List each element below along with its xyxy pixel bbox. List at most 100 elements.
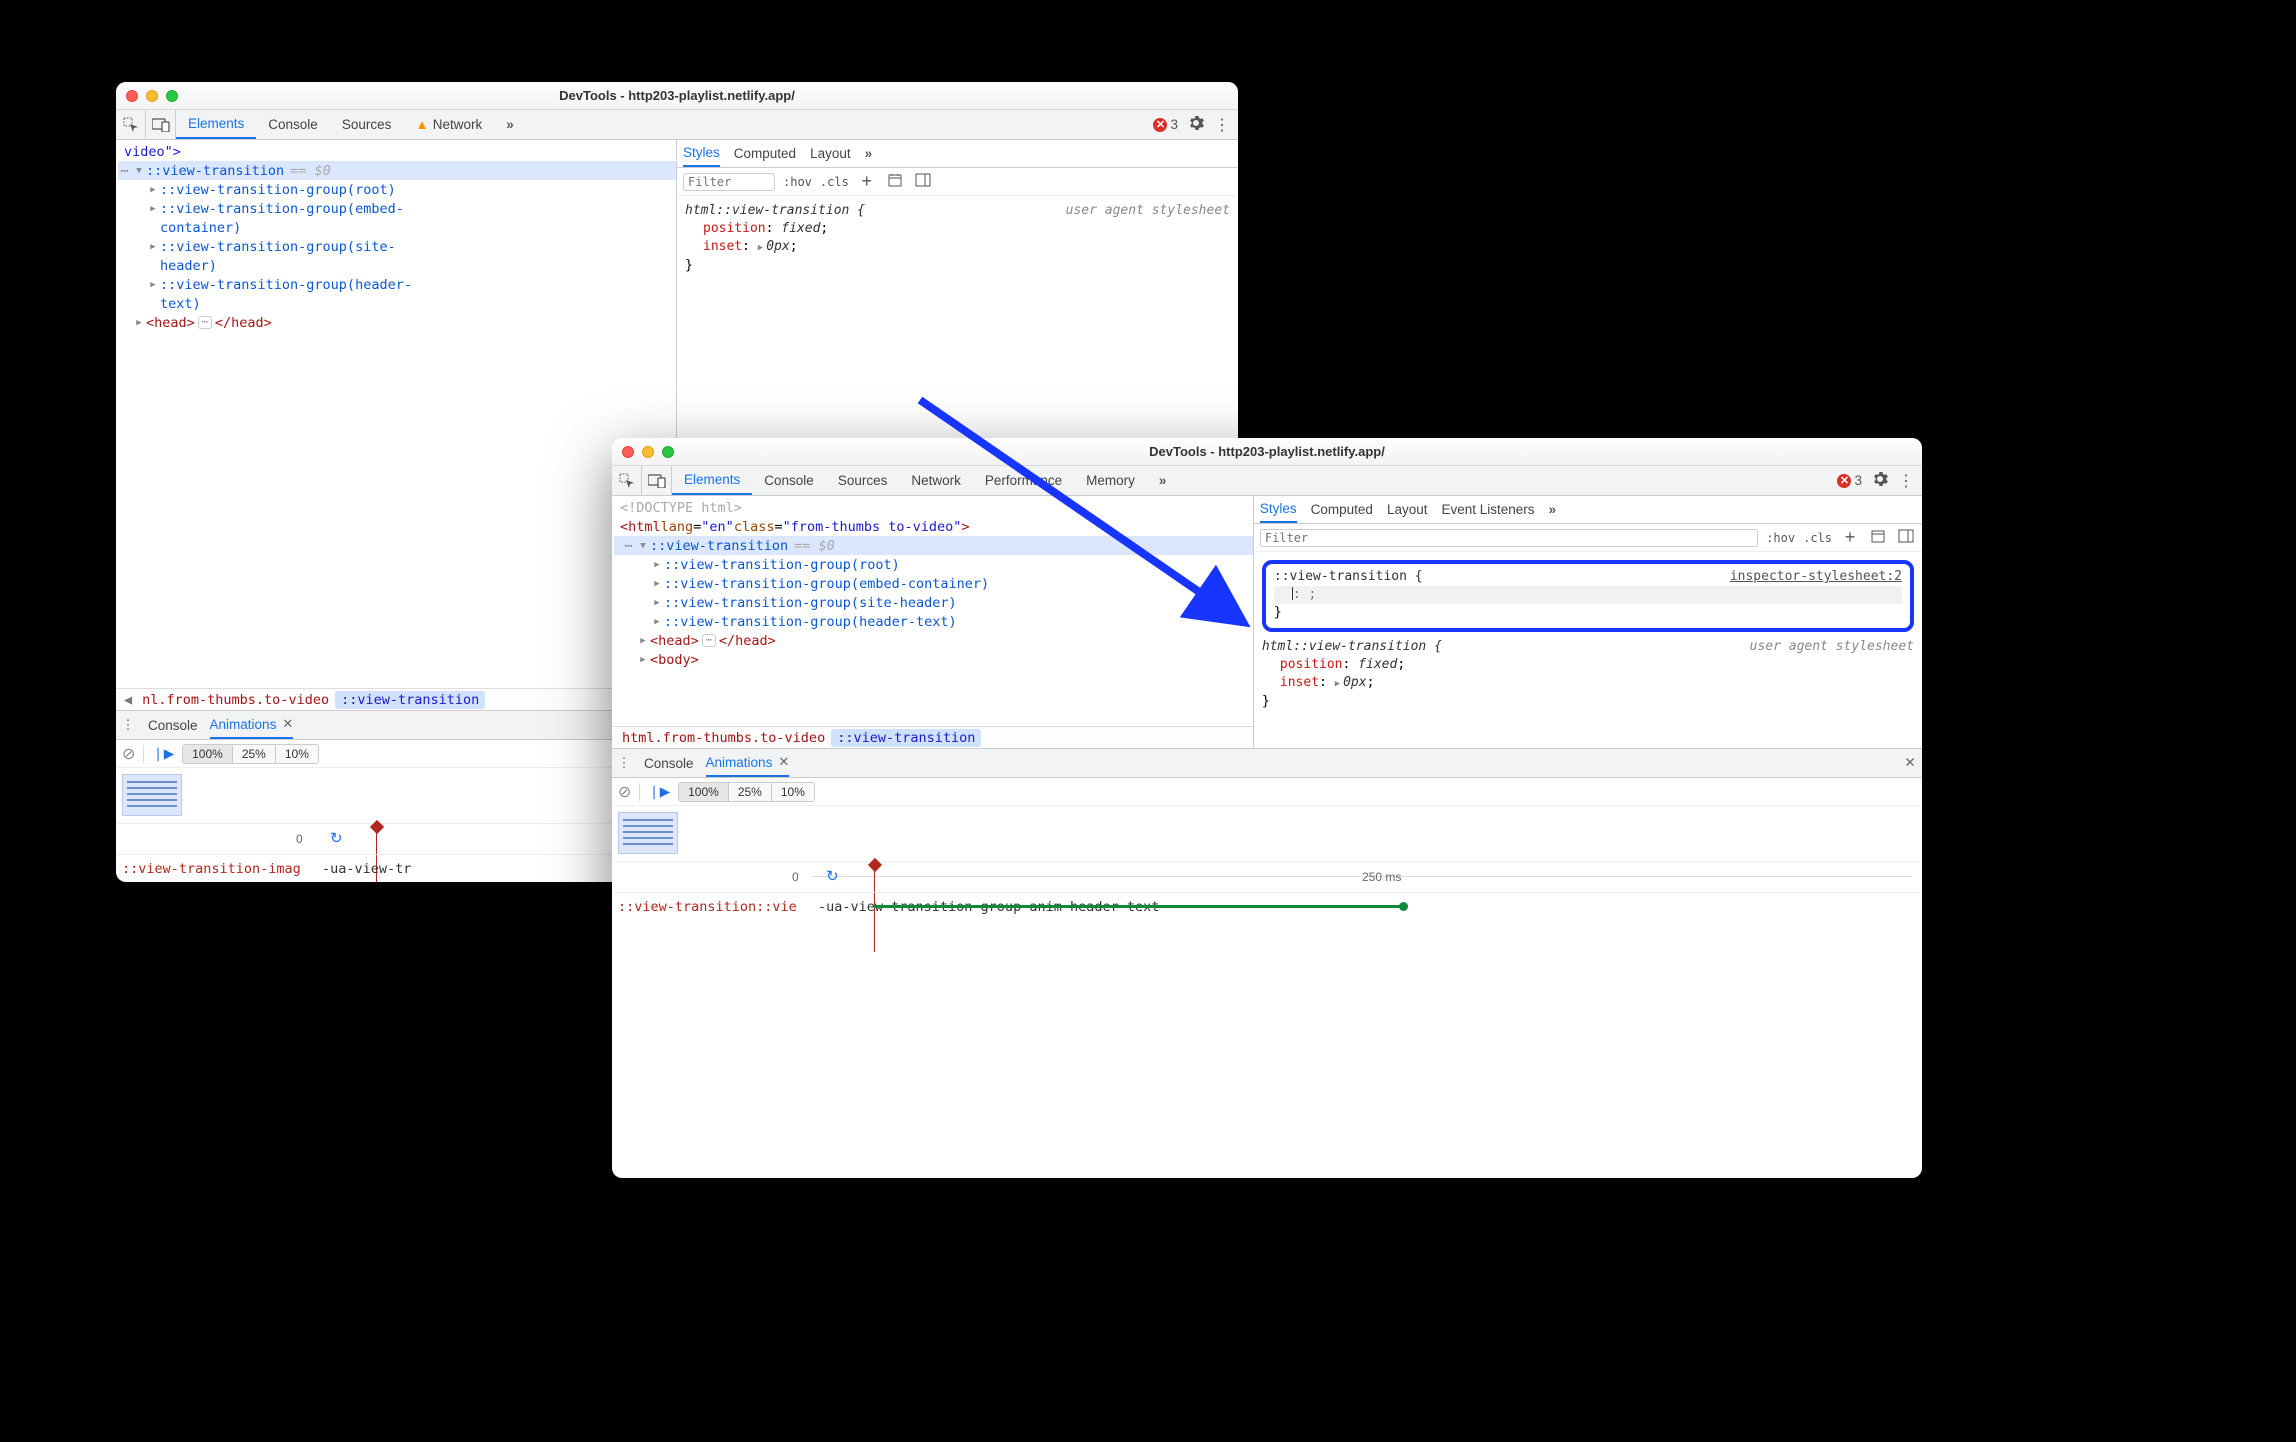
side-tab-computed[interactable]: Computed xyxy=(734,140,796,167)
play-pause-icon[interactable]: ❘▶ xyxy=(152,746,174,762)
close-window-button[interactable] xyxy=(622,446,634,458)
drawer-tab-console[interactable]: Console xyxy=(644,749,694,777)
side-tab-layout[interactable]: Layout xyxy=(1387,496,1428,523)
computed-styles-icon[interactable] xyxy=(1868,528,1888,547)
hov-toggle[interactable]: :hov xyxy=(1766,531,1795,545)
tab-network[interactable]: ▲Network xyxy=(403,110,494,139)
side-tabs-overflow[interactable]: » xyxy=(1549,496,1555,523)
tabs-overflow[interactable]: » xyxy=(1147,466,1177,495)
settings-icon[interactable] xyxy=(1872,471,1888,490)
speed-25[interactable]: 25% xyxy=(233,745,276,763)
tab-console[interactable]: Console xyxy=(256,110,330,139)
dom-node[interactable]: <!DOCTYPE html> xyxy=(614,498,1253,517)
cls-toggle[interactable]: .cls xyxy=(1803,531,1832,545)
animation-group-thumb[interactable] xyxy=(122,774,182,816)
animation-bar[interactable] xyxy=(874,905,1404,908)
dom-node-selected[interactable]: ⋯::view-transition== $0 xyxy=(614,536,1253,555)
breadcrumb-item-selected[interactable]: ::view-transition xyxy=(335,691,485,709)
breadcrumb-item[interactable]: nl.from-thumbs.to-video xyxy=(136,691,335,709)
dom-node[interactable]: ::view-transition-group(root) xyxy=(118,180,676,199)
play-pause-icon[interactable]: ❘▶ xyxy=(648,784,670,800)
dom-node[interactable]: <body> xyxy=(614,650,1253,669)
dom-node[interactable]: ::view-transition-group(site-header) xyxy=(614,593,1253,612)
dom-node[interactable]: <html lang="en" class="from-thumbs to-vi… xyxy=(614,517,1253,536)
drawer-tab-animations[interactable]: Animations✕ xyxy=(210,711,294,739)
animation-groups[interactable] xyxy=(612,806,1922,862)
side-tab-computed[interactable]: Computed xyxy=(1311,496,1373,523)
toggle-sidebar-icon[interactable] xyxy=(913,172,933,191)
dom-node-selected[interactable]: ⋯::view-transition== $0 xyxy=(118,161,676,180)
close-tab-icon[interactable]: ✕ xyxy=(778,754,789,770)
crumb-scroll-left[interactable]: ◀ xyxy=(120,692,136,708)
style-rule[interactable]: user agent stylesheet html::view-transit… xyxy=(685,202,1230,275)
highlighted-rule[interactable]: inspector-stylesheet:2 ::view-transition… xyxy=(1262,560,1914,632)
speed-100[interactable]: 100% xyxy=(679,783,729,801)
close-tab-icon[interactable]: ✕ xyxy=(282,716,293,732)
computed-styles-icon[interactable] xyxy=(885,172,905,191)
rule-source-link[interactable]: inspector-stylesheet:2 xyxy=(1730,568,1902,586)
style-rule[interactable]: user agent stylesheet html::view-transit… xyxy=(1262,638,1914,711)
style-edit-input[interactable]: : ; xyxy=(1274,586,1902,604)
cls-toggle[interactable]: .cls xyxy=(820,175,849,189)
inspect-element-icon[interactable] xyxy=(612,466,642,495)
tab-sources[interactable]: Sources xyxy=(330,110,404,139)
timeline-axis[interactable]: 0 ↻ 250 ms xyxy=(612,862,1922,892)
styles-filter-input[interactable] xyxy=(683,173,775,191)
zoom-window-button[interactable] xyxy=(166,90,178,102)
error-count[interactable]: ✕3 xyxy=(1153,117,1178,132)
zoom-window-button[interactable] xyxy=(662,446,674,458)
settings-icon[interactable] xyxy=(1188,115,1204,134)
dom-node[interactable]: ::view-transition-group(embed-container) xyxy=(614,574,1253,593)
side-tab-styles[interactable]: Styles xyxy=(683,140,720,167)
speed-10[interactable]: 10% xyxy=(772,783,814,801)
more-menu-icon[interactable]: ⋮ xyxy=(1214,115,1230,135)
styles-filter-input[interactable] xyxy=(1260,529,1758,547)
speed-10[interactable]: 10% xyxy=(276,745,318,763)
animation-row[interactable]: ::view-transition::vie -ua-view-transiti… xyxy=(612,892,1922,920)
dom-node[interactable]: <head>⋯</head> xyxy=(118,313,676,332)
dom-node[interactable]: ::view-transition-group(header- xyxy=(118,275,676,294)
dom-node[interactable]: video"> xyxy=(118,142,676,161)
tab-elements[interactable]: Elements xyxy=(672,466,752,495)
speed-25[interactable]: 25% xyxy=(729,783,772,801)
tabs-overflow[interactable]: » xyxy=(494,110,524,139)
dom-node[interactable]: ::view-transition-group(embed- xyxy=(118,199,676,218)
new-style-rule-icon[interactable]: + xyxy=(1840,527,1860,548)
breadcrumb-item[interactable]: html.from-thumbs.to-video xyxy=(616,729,831,747)
replay-icon[interactable]: ↻ xyxy=(826,867,839,885)
dom-node[interactable]: ::view-transition-group(header-text) xyxy=(614,612,1253,631)
tab-memory[interactable]: Memory xyxy=(1074,466,1147,495)
minimize-window-button[interactable] xyxy=(642,446,654,458)
tab-elements[interactable]: Elements xyxy=(176,110,256,139)
tab-sources[interactable]: Sources xyxy=(826,466,900,495)
hov-toggle[interactable]: :hov xyxy=(783,175,812,189)
side-tab-styles[interactable]: Styles xyxy=(1260,496,1297,523)
drawer-menu-icon[interactable]: ⋮ xyxy=(120,711,136,739)
new-style-rule-icon[interactable]: + xyxy=(857,171,877,192)
side-tab-layout[interactable]: Layout xyxy=(810,140,851,167)
drawer-tab-console[interactable]: Console xyxy=(148,711,198,739)
device-toggle-icon[interactable] xyxy=(642,466,672,495)
drawer-menu-icon[interactable]: ⋮ xyxy=(616,749,632,777)
speed-100[interactable]: 100% xyxy=(183,745,233,763)
close-window-button[interactable] xyxy=(126,90,138,102)
clear-icon[interactable]: ⊘ xyxy=(122,744,135,764)
replay-icon[interactable]: ↻ xyxy=(330,829,343,847)
tab-console[interactable]: Console xyxy=(752,466,826,495)
clear-icon[interactable]: ⊘ xyxy=(618,782,631,802)
drawer-close-icon[interactable]: ✕ xyxy=(1902,749,1918,777)
breadcrumb-item-selected[interactable]: ::view-transition xyxy=(831,729,981,747)
error-count[interactable]: ✕3 xyxy=(1837,473,1862,488)
more-menu-icon[interactable]: ⋮ xyxy=(1898,471,1914,491)
tab-performance[interactable]: Performance xyxy=(973,466,1074,495)
minimize-window-button[interactable] xyxy=(146,90,158,102)
side-tabs-overflow[interactable]: » xyxy=(865,140,871,167)
tab-network[interactable]: Network xyxy=(899,466,973,495)
drawer-tab-animations[interactable]: Animations✕ xyxy=(706,749,790,777)
dom-node[interactable]: ::view-transition-group(root) xyxy=(614,555,1253,574)
toggle-sidebar-icon[interactable] xyxy=(1896,528,1916,547)
dom-node[interactable]: <head>⋯</head> xyxy=(614,631,1253,650)
device-toggle-icon[interactable] xyxy=(146,110,176,139)
inspect-element-icon[interactable] xyxy=(116,110,146,139)
side-tab-event-listeners[interactable]: Event Listeners xyxy=(1442,496,1535,523)
